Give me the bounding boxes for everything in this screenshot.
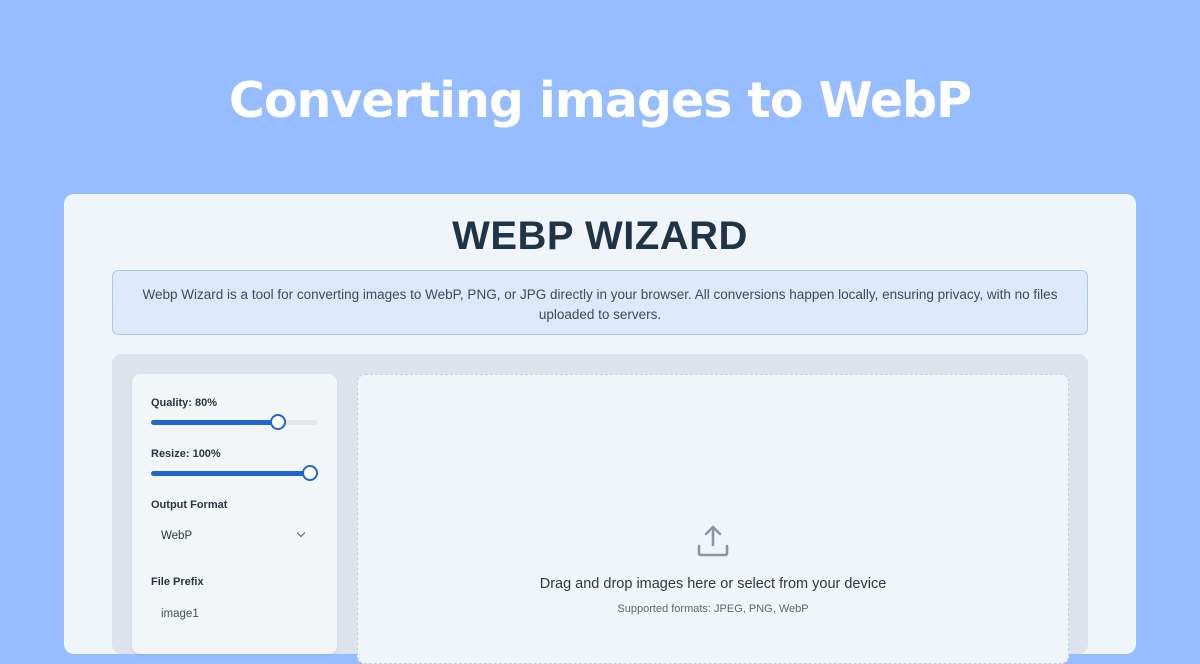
image-dropzone[interactable]: Drag and drop images here or select from… (357, 374, 1069, 664)
chevron-down-icon (296, 532, 306, 538)
output-format-select[interactable]: WebP (151, 520, 318, 554)
resize-label: Resize: 100% (151, 448, 221, 460)
resize-slider[interactable] (151, 465, 318, 481)
quality-slider[interactable] (151, 414, 318, 430)
info-banner-text: Webp Wizard is a tool for converting ima… (142, 287, 1058, 322)
app-title: WEBP WIZARD (452, 214, 748, 258)
info-banner: Webp Wizard is a tool for converting ima… (112, 270, 1088, 335)
dropzone-instructions: Drag and drop images here or select from… (539, 576, 887, 592)
app-card: WEBP WIZARD Webp Wizard is a tool for co… (64, 194, 1136, 664)
quality-slider-thumb[interactable] (270, 414, 287, 430)
resize-slider-fill (151, 471, 318, 476)
workspace: Quality: 80% Resize: 100% Output Format … (112, 354, 1088, 664)
file-prefix-value: image1 (161, 608, 199, 620)
quality-label: Quality: 80% (151, 397, 218, 409)
file-prefix-input[interactable]: image1 (151, 600, 318, 630)
resize-slider-thumb[interactable] (302, 465, 318, 481)
hero-title: Converting images to WebP (228, 72, 972, 129)
supported-formats: Supported formats: JPEG, PNG, WebP (617, 603, 809, 615)
settings-sidebar: Quality: 80% Resize: 100% Output Format … (132, 374, 337, 654)
quality-slider-fill (151, 420, 285, 425)
upload-icon (697, 525, 729, 557)
file-prefix-label: File Prefix (151, 576, 204, 588)
output-format-value: WebP (161, 530, 193, 542)
output-format-label: Output Format (151, 499, 228, 511)
